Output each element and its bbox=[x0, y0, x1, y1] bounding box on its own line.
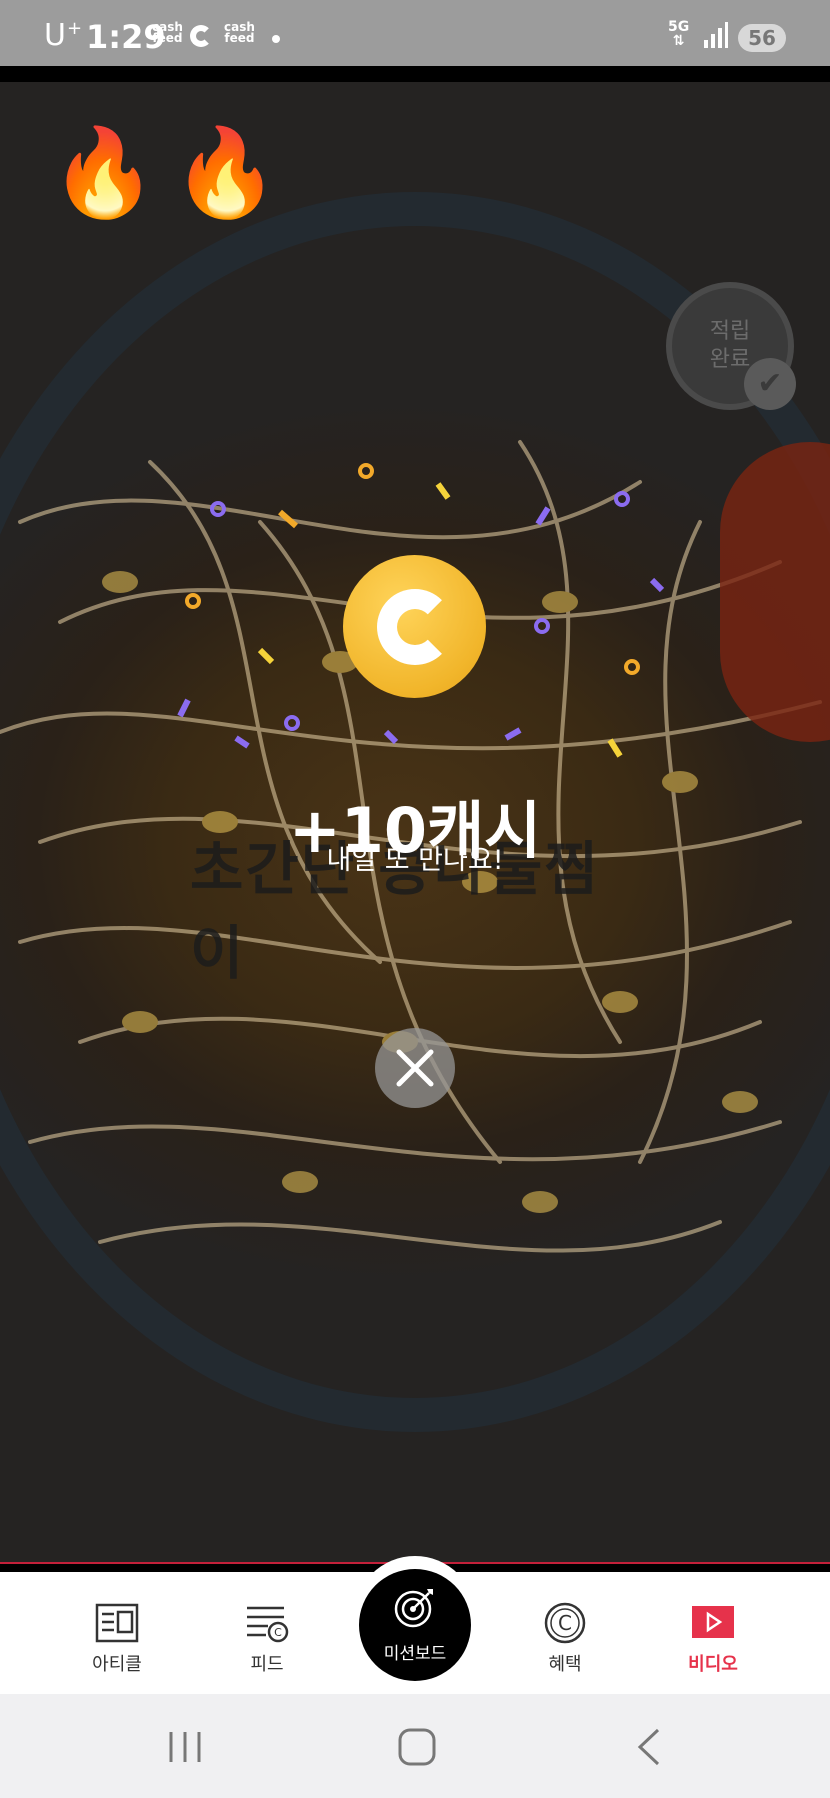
tab-video[interactable]: 비디오 bbox=[658, 1572, 768, 1694]
tab-benefits[interactable]: C 혜택 bbox=[510, 1572, 620, 1694]
feed-icon: C bbox=[247, 1606, 289, 1643]
coin-c-glyph bbox=[377, 589, 453, 665]
system-navigation-bar bbox=[0, 1694, 830, 1798]
network-5g-icon: 5G ⇅ bbox=[668, 19, 690, 49]
tab-label: 아티클 bbox=[92, 1654, 142, 1675]
recent-apps-icon[interactable] bbox=[155, 1722, 215, 1772]
more-notifications-dot-icon bbox=[272, 35, 280, 43]
tab-label: 미션보드 bbox=[383, 1644, 447, 1664]
svg-text:C: C bbox=[274, 1626, 282, 1639]
reward-message: 내일 또 만나요! bbox=[326, 845, 504, 876]
cash-coin-icon bbox=[343, 555, 486, 698]
home-icon[interactable] bbox=[387, 1722, 447, 1772]
tab-feed[interactable]: C 피드 bbox=[212, 1572, 322, 1694]
spatula-image bbox=[720, 442, 830, 742]
article-icon bbox=[95, 1603, 139, 1643]
video-top-band bbox=[0, 66, 830, 82]
tab-missionboard[interactable]: 미션보드 bbox=[359, 1569, 471, 1681]
fire-icon: 🔥 bbox=[50, 123, 158, 223]
signal-icon bbox=[704, 22, 728, 48]
close-icon bbox=[396, 1049, 434, 1087]
back-icon[interactable] bbox=[620, 1722, 680, 1772]
target-icon bbox=[394, 1589, 433, 1628]
cashfeed-notification-icon: cash feed bbox=[152, 20, 183, 45]
cashfeed-notification-icon-2: cash feed bbox=[224, 20, 255, 45]
cashfeed-c-icon bbox=[190, 25, 212, 47]
svg-text:C: C bbox=[558, 1611, 572, 1635]
carrier-label: U+ bbox=[44, 18, 84, 53]
close-button[interactable] bbox=[375, 1028, 455, 1108]
video-play-icon bbox=[692, 1606, 734, 1638]
tab-label: 비디오 bbox=[688, 1654, 738, 1675]
tab-article[interactable]: 아티클 bbox=[62, 1572, 172, 1694]
status-bar: U+ 1:29 cash feed cash feed 5G ⇅ 56 bbox=[0, 0, 830, 66]
battery-indicator: 56 bbox=[738, 24, 786, 52]
tab-label: 혜택 bbox=[548, 1654, 582, 1675]
tab-label: 피드 bbox=[250, 1654, 284, 1675]
fire-icon-2: 🔥 bbox=[172, 123, 280, 223]
coin-icon: C bbox=[544, 1602, 586, 1644]
check-icon: ✔ bbox=[744, 358, 796, 410]
